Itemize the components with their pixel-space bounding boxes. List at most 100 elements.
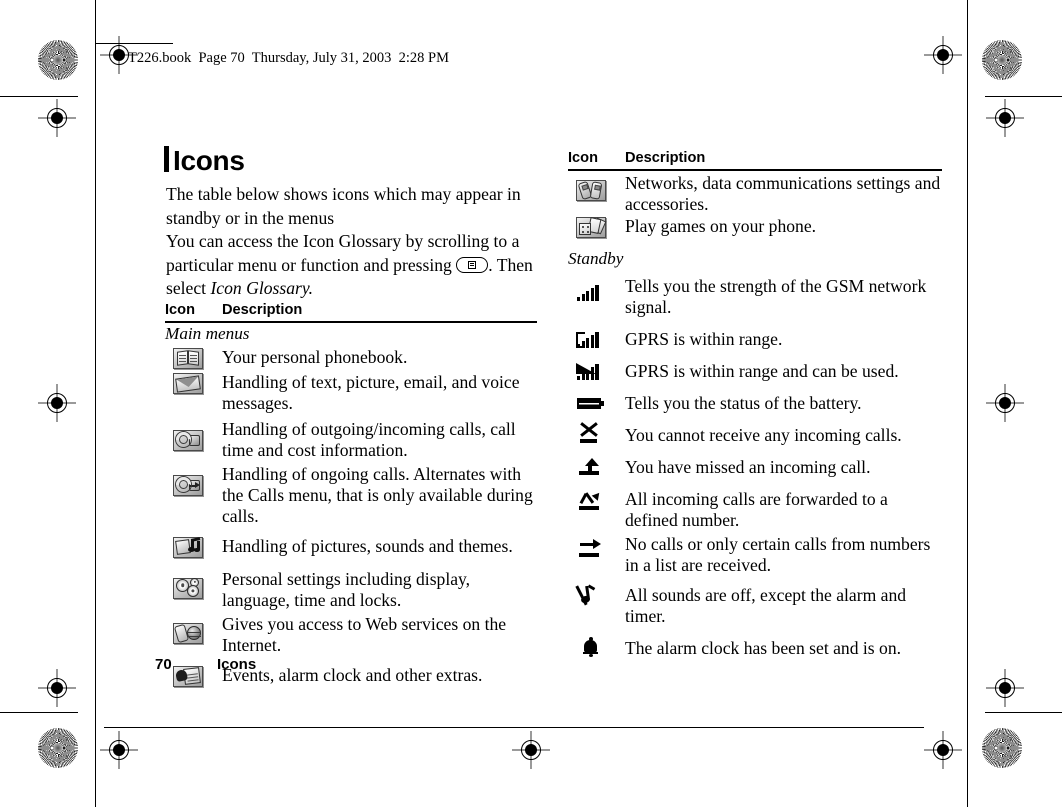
description-cell: You have missed an incoming call.	[625, 456, 871, 477]
restricted-calls-icon	[576, 538, 606, 560]
table-row: GPRS is within range and can be used.	[568, 360, 942, 382]
connectivity-icon	[576, 178, 608, 203]
resolution-target-top-left	[38, 40, 78, 80]
description-cell: Handling of ongoing calls. Alternates wi…	[222, 463, 533, 526]
description-cell: No calls or only certain calls from numb…	[625, 533, 931, 575]
table-row: Tells you the strength of the GSM networ…	[568, 275, 942, 318]
description-cell: All incoming calls are forwarded to a de…	[625, 488, 888, 530]
table-row: Handling of ongoing calls. Alternates wi…	[165, 463, 537, 527]
column-header-description: Description	[222, 302, 303, 318]
table-row: Tells you the status of the battery.	[568, 392, 942, 414]
description-cell: Gives you access to Web services on the …	[222, 613, 507, 655]
crop-line-bottom-rule	[104, 727, 924, 729]
icon-cell	[165, 418, 222, 453]
silent-mode-icon	[575, 583, 606, 606]
icon-cell	[568, 392, 625, 414]
table-row: Handling of outgoing/incoming calls, cal…	[165, 418, 537, 461]
description-cell: Tells you the status of the battery.	[625, 392, 862, 413]
icon-cell	[568, 421, 625, 446]
icon-cell	[568, 215, 625, 240]
table-row: Gives you access to Web services on the …	[165, 613, 537, 656]
registration-mark-bottom-left	[100, 731, 138, 769]
table-row: Your personal phonebook.	[165, 346, 537, 371]
icon-cell	[568, 360, 625, 382]
registration-mark-left-middle	[38, 384, 76, 422]
column-header-description: Description	[625, 150, 706, 166]
menu-key-icon	[456, 256, 489, 273]
table-row: The alarm clock has been set and is on.	[568, 637, 942, 659]
messaging-envelope-icon	[173, 371, 205, 396]
settings-gears-icon	[173, 576, 205, 601]
table-header-row: Icon Description	[165, 302, 537, 321]
table-row: Personal settings including display, lan…	[165, 568, 537, 611]
registration-mark-left-upper	[38, 99, 76, 137]
description-cell: The alarm clock has been set and is on.	[625, 637, 902, 658]
description-cell: Play games on your phone.	[625, 215, 817, 236]
registration-mark-bottom-center	[512, 731, 550, 769]
icon-cell	[165, 613, 222, 646]
gprs-usable-icon	[576, 360, 606, 382]
description-cell: Handling of pictures, sounds and themes.	[222, 535, 513, 556]
header-divider	[568, 169, 942, 171]
signal-strength-icon	[576, 281, 606, 303]
icon-cell	[165, 463, 222, 498]
crop-line-bottom-left	[0, 712, 78, 714]
resolution-target-bottom-left	[38, 728, 78, 768]
description-cell: Handling of text, picture, email, and vo…	[222, 371, 520, 413]
intro-icon-glossary-ref: Icon Glossary.	[210, 278, 314, 298]
icon-cell	[568, 172, 625, 203]
description-cell: GPRS is within range and can be used.	[625, 360, 899, 381]
icon-cell	[568, 637, 625, 659]
crop-line-top-left	[0, 96, 78, 98]
table-row: Handling of pictures, sounds and themes.	[165, 535, 537, 560]
ongoing-calls-icon	[172, 473, 205, 498]
battery-status-icon	[576, 392, 606, 414]
page-title: Icons	[173, 145, 245, 176]
crop-line-bottom-right	[985, 712, 1062, 714]
footer-chapter: Icons	[217, 656, 257, 673]
gprs-in-range-icon	[576, 328, 606, 350]
icon-cell	[568, 456, 625, 478]
description-cell: Handling of outgoing/incoming calls, cal…	[222, 418, 516, 460]
table-row: Handling of text, picture, email, and vo…	[165, 371, 537, 414]
registration-mark-right-upper	[986, 99, 1024, 137]
web-services-icon	[173, 621, 205, 646]
intro-paragraph: The table below shows icons which may ap…	[166, 183, 536, 301]
pictures-sounds-icon	[173, 535, 205, 560]
registration-mark-bottom-right	[924, 731, 962, 769]
icon-cell	[568, 583, 625, 606]
column-header-icon: Icon	[165, 302, 195, 318]
phonebook-icon	[173, 346, 205, 371]
registration-mark-top-right	[924, 36, 962, 74]
games-icon	[576, 215, 608, 240]
footer-page-number: 70	[155, 656, 172, 673]
call-forwarding-icon	[576, 489, 606, 513]
table-row: No calls or only certain calls from numb…	[568, 533, 942, 576]
crop-line-top-right	[985, 96, 1062, 98]
column-header-icon: Icon	[568, 150, 598, 166]
description-cell: GPRS is within range.	[625, 328, 783, 349]
table-row: You cannot receive any incoming calls.	[568, 421, 942, 446]
icon-cell	[165, 371, 222, 396]
description-cell: All sounds are off, except the alarm and…	[625, 584, 907, 626]
icon-cell	[165, 346, 222, 371]
icon-cell	[165, 535, 222, 560]
call-info-icon	[172, 428, 205, 453]
no-incoming-calls-icon	[576, 421, 606, 446]
header-rule	[95, 43, 173, 45]
alarm-clock-icon	[576, 637, 606, 659]
description-cell: You cannot receive any incoming calls.	[625, 424, 902, 445]
table-row: Play games on your phone.	[568, 215, 942, 240]
intro-line-1: The table below shows icons which may ap…	[166, 184, 521, 228]
description-cell: Tells you the strength of the GSM networ…	[625, 275, 927, 317]
registration-mark-right-middle	[986, 384, 1024, 422]
missed-call-icon	[576, 456, 606, 478]
registration-mark-left-lower	[38, 669, 76, 707]
description-cell: Personal settings including display, lan…	[222, 568, 471, 610]
icon-cell	[568, 275, 625, 303]
icon-cell	[568, 533, 625, 560]
icon-cell	[568, 328, 625, 350]
table-row: Networks, data communications settings a…	[568, 172, 942, 215]
icon-cell	[568, 488, 625, 513]
description-cell: Networks, data communications settings a…	[625, 172, 941, 214]
